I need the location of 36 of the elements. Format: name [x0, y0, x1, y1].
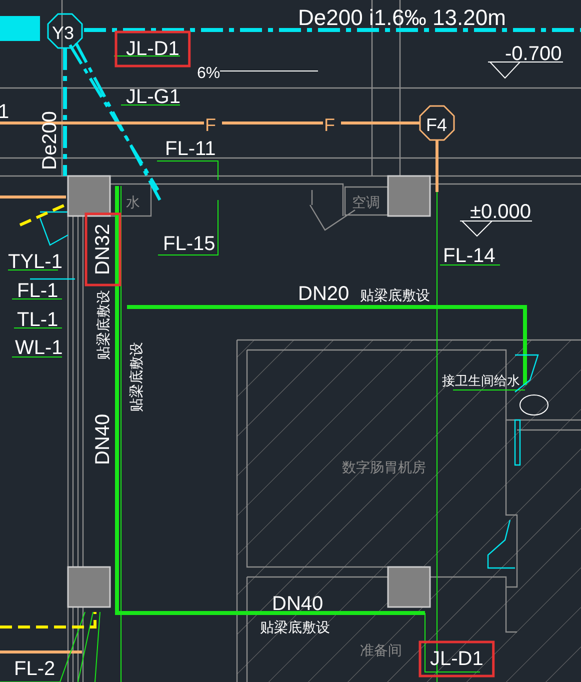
note-text: 接卫生间给水 [442, 374, 520, 389]
line-type-label: F [324, 115, 335, 135]
pipe-label: -0.700 [505, 43, 562, 65]
column-block [67, 175, 111, 217]
note-text: 贴梁底敷设 [129, 342, 145, 412]
note-text: 贴梁底敷设 [360, 288, 430, 304]
line-type-label: F [205, 115, 216, 135]
pipe-label: TYL-1 [8, 251, 62, 273]
column-block [387, 175, 431, 217]
pipe-label: FL-1 [17, 280, 58, 302]
pipe-label: FL-15 [163, 233, 216, 255]
pipe-label: WL-1 [15, 337, 63, 359]
pipe-label: 6% [197, 65, 220, 82]
pipe-label: FL-14 [443, 245, 496, 267]
pipe-label: JL-G1 [126, 86, 180, 108]
pipe-label: JL-D1 [126, 38, 180, 60]
pipe-label: FL-2 [14, 658, 56, 680]
note-text: 贴梁底敷设 [96, 290, 112, 360]
pipe-label: DN40 [92, 414, 114, 465]
pipe-label: ±0.000 [470, 201, 532, 223]
column-block [387, 566, 431, 608]
pipe-label: DN32 [92, 224, 114, 275]
room-name: 水 [126, 195, 140, 211]
pipe-label: De200 [39, 111, 61, 170]
marker-label: F4 [426, 115, 448, 135]
pipe-label: FL-11 [165, 138, 216, 160]
room-name: 空调 [352, 195, 380, 211]
octagon-marker-icon [419, 105, 455, 141]
column-block [67, 566, 111, 608]
note-text: 贴梁底敷设 [260, 620, 330, 636]
marker-label: Y3 [52, 23, 74, 43]
pipe-label: TL-1 [17, 309, 58, 331]
pipe-label: DN20 [298, 283, 350, 305]
pipe-label: De200 i1.6‰ 13.20m [298, 5, 506, 30]
pipe-label: DN40 [272, 593, 324, 615]
octagon-marker-icon [47, 13, 83, 49]
